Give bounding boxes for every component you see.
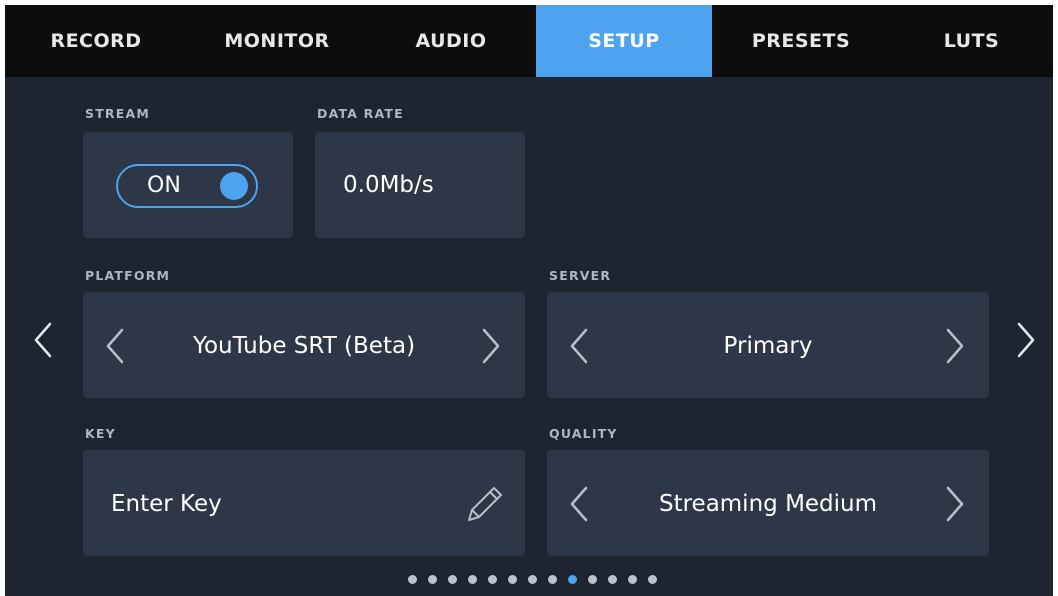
tab-luts[interactable]: LUTS	[890, 5, 1053, 77]
stream-label: STREAM	[85, 106, 151, 121]
quality-value: Streaming Medium	[658, 491, 878, 517]
tab-audio[interactable]: AUDIO	[367, 5, 535, 77]
page-dot[interactable]	[528, 574, 537, 584]
page-dot[interactable]	[428, 574, 437, 584]
platform-selector: YouTube SRT (Beta)	[83, 292, 525, 398]
server-next-chevron-icon[interactable]	[945, 328, 965, 364]
next-page-chevron-icon[interactable]	[1016, 322, 1036, 358]
tab-monitor[interactable]: MONITOR	[187, 5, 367, 77]
platform-label: PLATFORM	[85, 268, 171, 283]
data-rate-value: 0.0Mb/s	[343, 172, 434, 198]
key-value: Enter Key	[111, 491, 222, 517]
data-rate-panel: 0.0Mb/s	[315, 132, 525, 238]
stream-toggle-text: ON	[147, 173, 181, 198]
stream-toggle[interactable]: ON	[116, 164, 258, 208]
prev-page-chevron-icon[interactable]	[33, 322, 53, 358]
data-rate-label: DATA RATE	[317, 106, 404, 121]
page-dot[interactable]	[568, 574, 577, 584]
page-dot[interactable]	[548, 574, 557, 584]
page-dot[interactable]	[648, 574, 657, 584]
page-dot[interactable]	[488, 574, 497, 584]
toggle-knob	[220, 172, 248, 200]
tab-setup[interactable]: SETUP	[536, 5, 712, 77]
tab-record[interactable]: RECORD	[5, 5, 187, 77]
pencil-icon[interactable]	[465, 482, 505, 524]
platform-next-chevron-icon[interactable]	[481, 328, 501, 364]
tab-bar: RECORD MONITOR AUDIO SETUP PRESETS LUTS	[5, 5, 1053, 77]
stream-panel: ON	[83, 132, 293, 238]
page-dot[interactable]	[588, 574, 597, 584]
tab-presets[interactable]: PRESETS	[712, 5, 890, 77]
page-dot[interactable]	[408, 574, 417, 584]
quality-label: QUALITY	[549, 426, 618, 441]
page-dot[interactable]	[468, 574, 477, 584]
setup-screen: RECORD MONITOR AUDIO SETUP PRESETS LUTS …	[5, 5, 1053, 596]
page-indicator	[408, 573, 668, 585]
key-label: KEY	[85, 426, 116, 441]
page-dot[interactable]	[608, 574, 617, 584]
page-dot[interactable]	[508, 574, 517, 584]
page-dot[interactable]	[628, 574, 637, 584]
quality-selector: Streaming Medium	[547, 450, 989, 556]
key-field[interactable]: Enter Key	[83, 450, 525, 556]
server-label: SERVER	[549, 268, 612, 283]
quality-next-chevron-icon[interactable]	[945, 486, 965, 522]
server-value: Primary	[723, 333, 813, 359]
server-selector: Primary	[547, 292, 989, 398]
platform-value: YouTube SRT (Beta)	[192, 333, 416, 359]
page-dot[interactable]	[448, 574, 457, 584]
